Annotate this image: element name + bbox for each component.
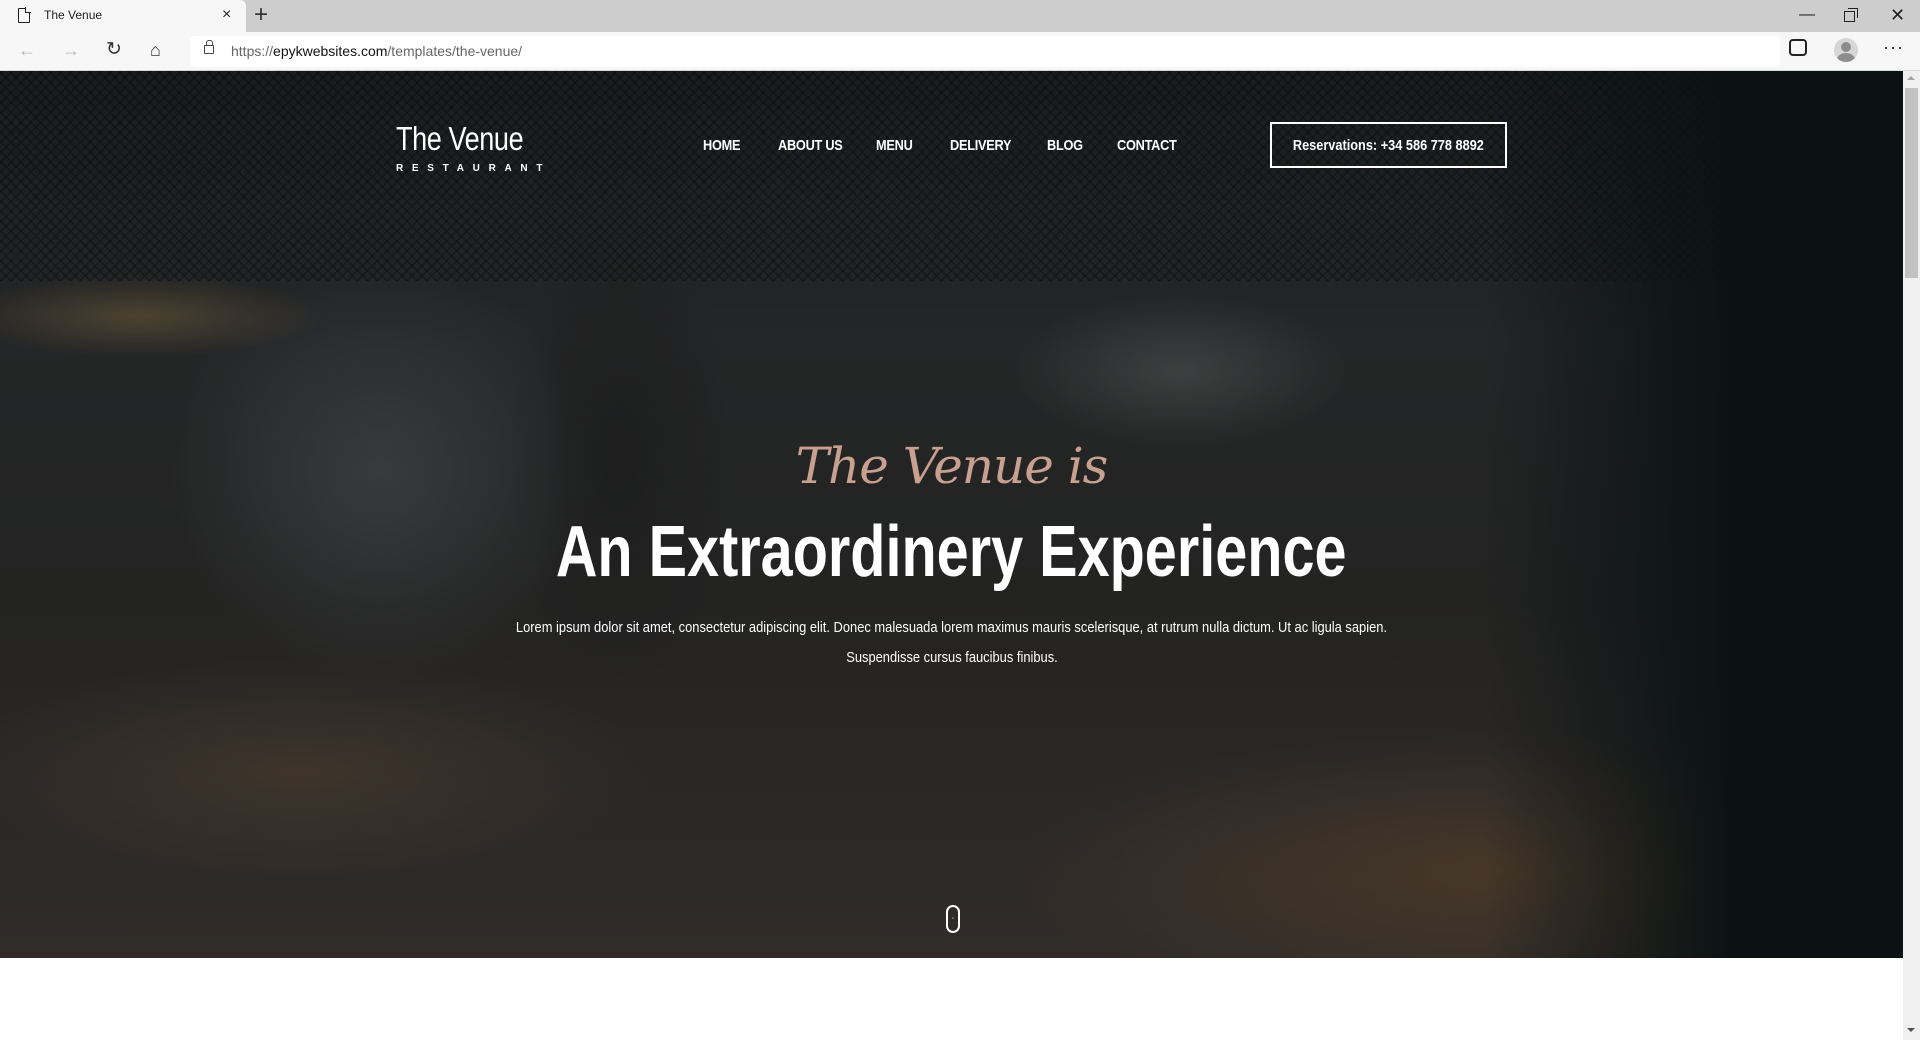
hero-description-line-2: Suspendisse cursus faucibus finibus. <box>845 649 1058 666</box>
nav-menu[interactable]: MENU <box>876 137 939 154</box>
logo-subtitle: RESTAURANT <box>396 163 552 174</box>
url-path: /templates/the-venue/ <box>387 43 523 59</box>
tab-bar: The Venue × + — ✕ <box>0 0 1920 32</box>
reload-button[interactable]: ↻ <box>106 39 122 61</box>
page-viewport: The Venue RESTAURANT HOME ABOUT US MENU … <box>0 71 1903 1040</box>
hero-section: The Venue RESTAURANT HOME ABOUT US MENU … <box>0 71 1903 958</box>
forward-button[interactable]: → <box>62 39 80 61</box>
more-menu-icon[interactable]: ··· <box>1883 37 1904 58</box>
logo-title: The Venue <box>396 120 524 157</box>
url-text[interactable]: https://epykwebsites.com/templates/the-v… <box>231 43 522 59</box>
nav-contact[interactable]: CONTACT <box>1117 137 1194 154</box>
nav-blog[interactable]: BLOG <box>1047 137 1107 154</box>
profile-avatar[interactable] <box>1834 38 1858 62</box>
nav-home[interactable]: HOME <box>703 137 767 154</box>
url-scheme: https:// <box>231 43 274 59</box>
hero-description: Lorem ipsum dolor sit amet, consectetur … <box>0 613 1903 673</box>
hero-script-title: The Venue is <box>795 437 1109 495</box>
close-window-button[interactable]: ✕ <box>1890 4 1905 26</box>
reservations-label: Reservations: +34 586 778 8892 <box>1292 136 1485 154</box>
main-nav: HOME ABOUT US MENU DELIVERY BLOG CONTACT <box>703 137 1207 154</box>
home-button[interactable]: ⌂ <box>150 39 161 61</box>
url-host: epykwebsites.com <box>273 43 388 59</box>
lock-icon <box>204 40 214 54</box>
site-logo[interactable]: The Venue RESTAURANT <box>396 119 551 174</box>
reservations-button[interactable]: Reservations: +34 586 778 8892 <box>1270 122 1507 168</box>
back-button[interactable]: ← <box>18 39 36 61</box>
tab-title: The Venue <box>44 8 103 22</box>
address-bar: ← → ↻ ⌂ https://epykwebsites.com/templat… <box>0 32 1920 71</box>
page-scrollbar[interactable] <box>1903 71 1920 1040</box>
page-icon <box>18 7 31 23</box>
new-tab-button[interactable]: + <box>254 1 268 29</box>
collections-icon[interactable] <box>1789 39 1807 56</box>
minimize-button[interactable]: — <box>1799 4 1815 26</box>
scroll-up-arrow-icon[interactable] <box>1907 76 1915 80</box>
url-input[interactable]: https://epykwebsites.com/templates/the-v… <box>190 36 1780 67</box>
tab-close-icon[interactable]: × <box>222 6 231 24</box>
hero-description-line-1: Lorem ipsum dolor sit amet, consectetur … <box>515 619 1388 636</box>
hero-headline: An Extraordinery Experience <box>0 511 1903 593</box>
hero-headline-text: An Extraordinery Experience <box>556 512 1347 592</box>
scrollbar-thumb[interactable] <box>1905 88 1918 278</box>
restore-button[interactable] <box>1844 8 1858 22</box>
scroll-down-arrow-icon[interactable] <box>1907 1028 1915 1032</box>
nav-delivery[interactable]: DELIVERY <box>950 137 1032 154</box>
nav-about-us[interactable]: ABOUT US <box>778 137 861 154</box>
browser-tab[interactable]: The Venue × <box>0 0 246 32</box>
scroll-down-mouse-icon[interactable] <box>946 905 960 933</box>
